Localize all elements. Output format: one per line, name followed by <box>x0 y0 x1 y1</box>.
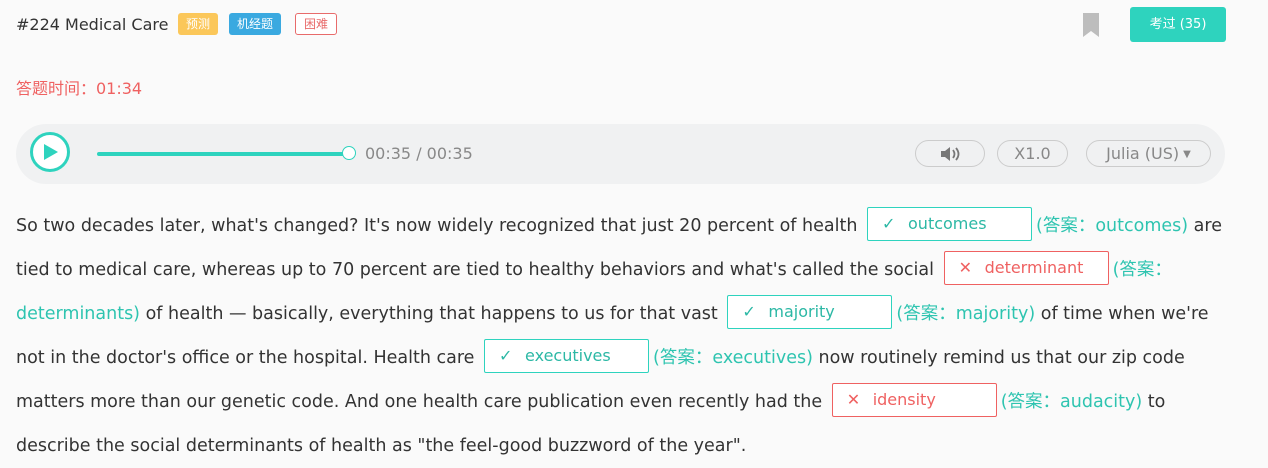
passage-text: tied to medical care, whereas up to 70 p… <box>16 260 934 280</box>
passage: So two decades later, what's changed? It… <box>16 204 1226 468</box>
blank-value: majority <box>768 302 835 321</box>
speed-button[interactable]: X1.0 <box>997 140 1068 167</box>
blank-value: idensity <box>872 390 936 409</box>
passage-line: tied to medical care, whereas up to 70 p… <box>16 248 1226 292</box>
progress-knob[interactable] <box>342 146 356 160</box>
check-icon: ✓ <box>742 302 756 321</box>
page-title: #224 Medical Care <box>16 15 169 34</box>
check-icon: ✓ <box>499 346 513 365</box>
passage-text: are <box>1193 216 1222 236</box>
correct-answer: (答案：executives) <box>653 348 813 368</box>
passage-text: to <box>1147 392 1166 412</box>
tag-prediction: 预测 <box>178 13 219 35</box>
cross-icon: ✕ <box>846 390 861 409</box>
passage-text: So two decades later, what's changed? It… <box>16 216 858 236</box>
passage-line: describe the social determinants of heal… <box>16 424 1226 468</box>
answer-blank[interactable]: ✓ executives <box>484 339 650 373</box>
correct-answer: (答案：audacity) <box>1000 392 1143 412</box>
volume-icon <box>941 147 960 161</box>
passage-line: So two decades later, what's changed? It… <box>16 204 1226 248</box>
answer-blank[interactable]: ✕ idensity <box>831 383 997 417</box>
check-icon: ✓ <box>882 214 896 233</box>
tag-exam-question: 机经题 <box>229 13 282 35</box>
volume-button[interactable] <box>915 140 985 167</box>
time-display: 00:35 / 00:35 <box>365 144 473 163</box>
passage-line: not in the doctor's office or the hospit… <box>16 336 1226 380</box>
cross-icon: ✕ <box>958 258 972 277</box>
voice-label: Julia (US) <box>1106 144 1180 163</box>
answer-blank[interactable]: ✕ determinant <box>943 251 1109 285</box>
blank-value: determinant <box>984 258 1084 277</box>
progress-track[interactable] <box>97 152 349 156</box>
answer-timer: 答题时间：01:34 <box>16 79 143 98</box>
chevron-down-icon: ▼ <box>1183 149 1191 160</box>
answer-blank[interactable]: ✓ majority <box>727 295 893 329</box>
play-button[interactable] <box>30 132 70 172</box>
passage-text: matters more than our genetic code. And … <box>16 392 823 412</box>
tag-difficulty: 困难 <box>295 13 338 35</box>
passage-text: of time when we're <box>1040 304 1209 324</box>
blank-value: executives <box>525 346 611 365</box>
correct-answer: determinants) <box>16 304 141 324</box>
passage-text: now routinely remind us that our zip cod… <box>818 348 1185 368</box>
passage-text: not in the doctor's office or the hospit… <box>16 348 475 368</box>
answer-blank[interactable]: ✓ outcomes <box>867 207 1033 241</box>
correct-answer: (答案： <box>1112 260 1172 280</box>
audio-player: 00:35 / 00:35 X1.0 Julia (US) ▼ <box>16 124 1225 184</box>
passage-line: determinants) of health — basically, eve… <box>16 292 1226 336</box>
blank-value: outcomes <box>908 214 987 233</box>
passage-line: matters more than our genetic code. And … <box>16 380 1226 424</box>
voice-select[interactable]: Julia (US) ▼ <box>1086 140 1211 167</box>
passage-text: describe the social determinants of heal… <box>16 436 747 456</box>
passage-text: of health — basically, everything that h… <box>145 304 718 324</box>
exam-count-button[interactable]: 考过 (35) <box>1130 7 1226 42</box>
correct-answer: (答案：outcomes) <box>1036 216 1189 236</box>
play-icon <box>44 144 58 160</box>
correct-answer: (答案：majority) <box>896 304 1036 324</box>
bookmark-icon[interactable] <box>1082 12 1100 38</box>
